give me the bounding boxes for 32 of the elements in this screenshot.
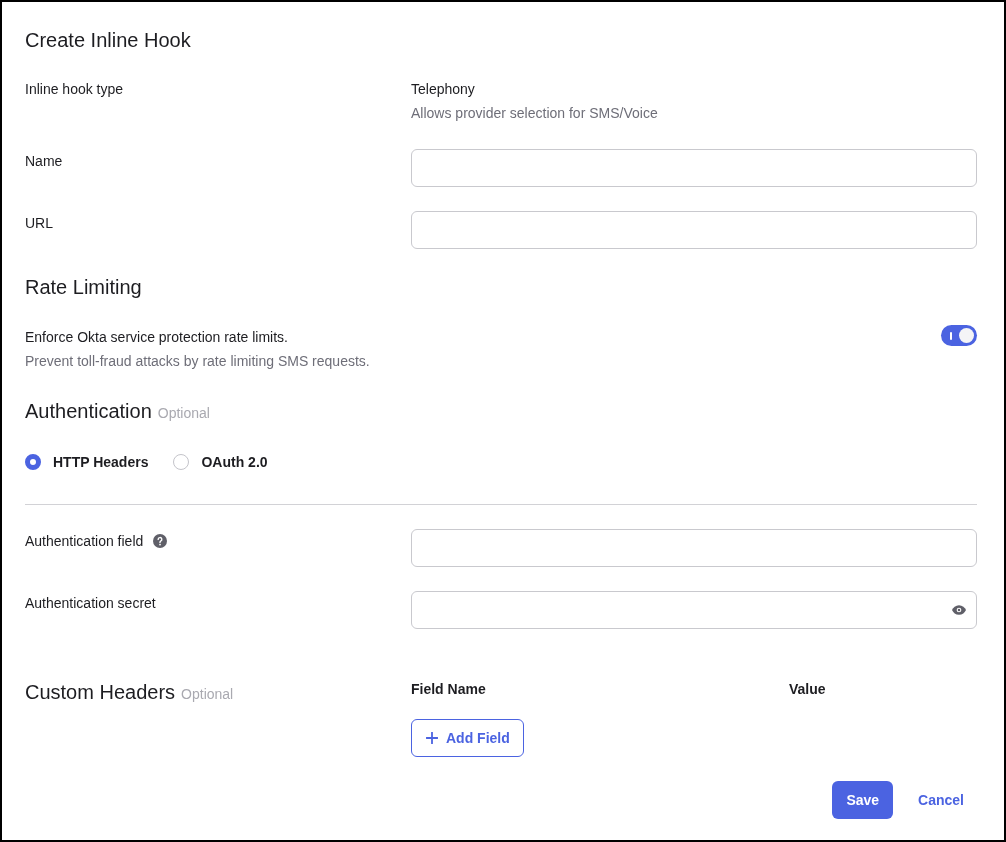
field-description: Allows provider selection for SMS/Voice	[411, 104, 659, 123]
field-label: Inline hook type	[25, 80, 124, 99]
optional-label: Optional	[157, 404, 210, 423]
column-header: Field Name	[411, 680, 486, 699]
text-input[interactable]	[411, 529, 977, 567]
cancel-button[interactable]: Cancel	[905, 781, 977, 819]
section-heading: Custom Headers	[25, 680, 176, 705]
radio-option[interactable]: OAuth 2.0	[173, 452, 268, 472]
save-button[interactable]: Save	[832, 781, 894, 819]
plus-icon	[426, 732, 438, 744]
toggle-label: Enforce Okta service protection rate limits.	[25, 328, 289, 347]
section-heading: Authentication	[25, 399, 152, 424]
help-icon[interactable]	[153, 534, 168, 548]
text-input[interactable]	[411, 149, 977, 187]
optional-label: Optional	[181, 685, 234, 704]
eye-icon[interactable]	[952, 605, 966, 615]
field-label: Name	[25, 152, 63, 171]
field-value: Telephony	[411, 80, 476, 99]
toggle-description: Prevent toll-fraud attacks by rate limiting SMS requests.	[25, 352, 370, 371]
field-label: URL	[25, 214, 53, 233]
password-input[interactable]	[411, 591, 977, 629]
radio-icon[interactable]	[173, 454, 190, 470]
field-label: Authentication secret	[25, 594, 156, 613]
text-input[interactable]	[411, 211, 977, 249]
section-heading: Rate Limiting	[25, 275, 142, 300]
radio-icon[interactable]	[25, 454, 41, 470]
toggle-switch[interactable]	[941, 325, 977, 346]
radio-option[interactable]: HTTP Headers	[25, 452, 149, 472]
field-label: Authentication field	[25, 532, 144, 551]
page-title: Create Inline Hook	[25, 28, 192, 53]
column-header: Value	[789, 680, 826, 699]
add-field-button[interactable]: Add Field	[411, 719, 524, 757]
